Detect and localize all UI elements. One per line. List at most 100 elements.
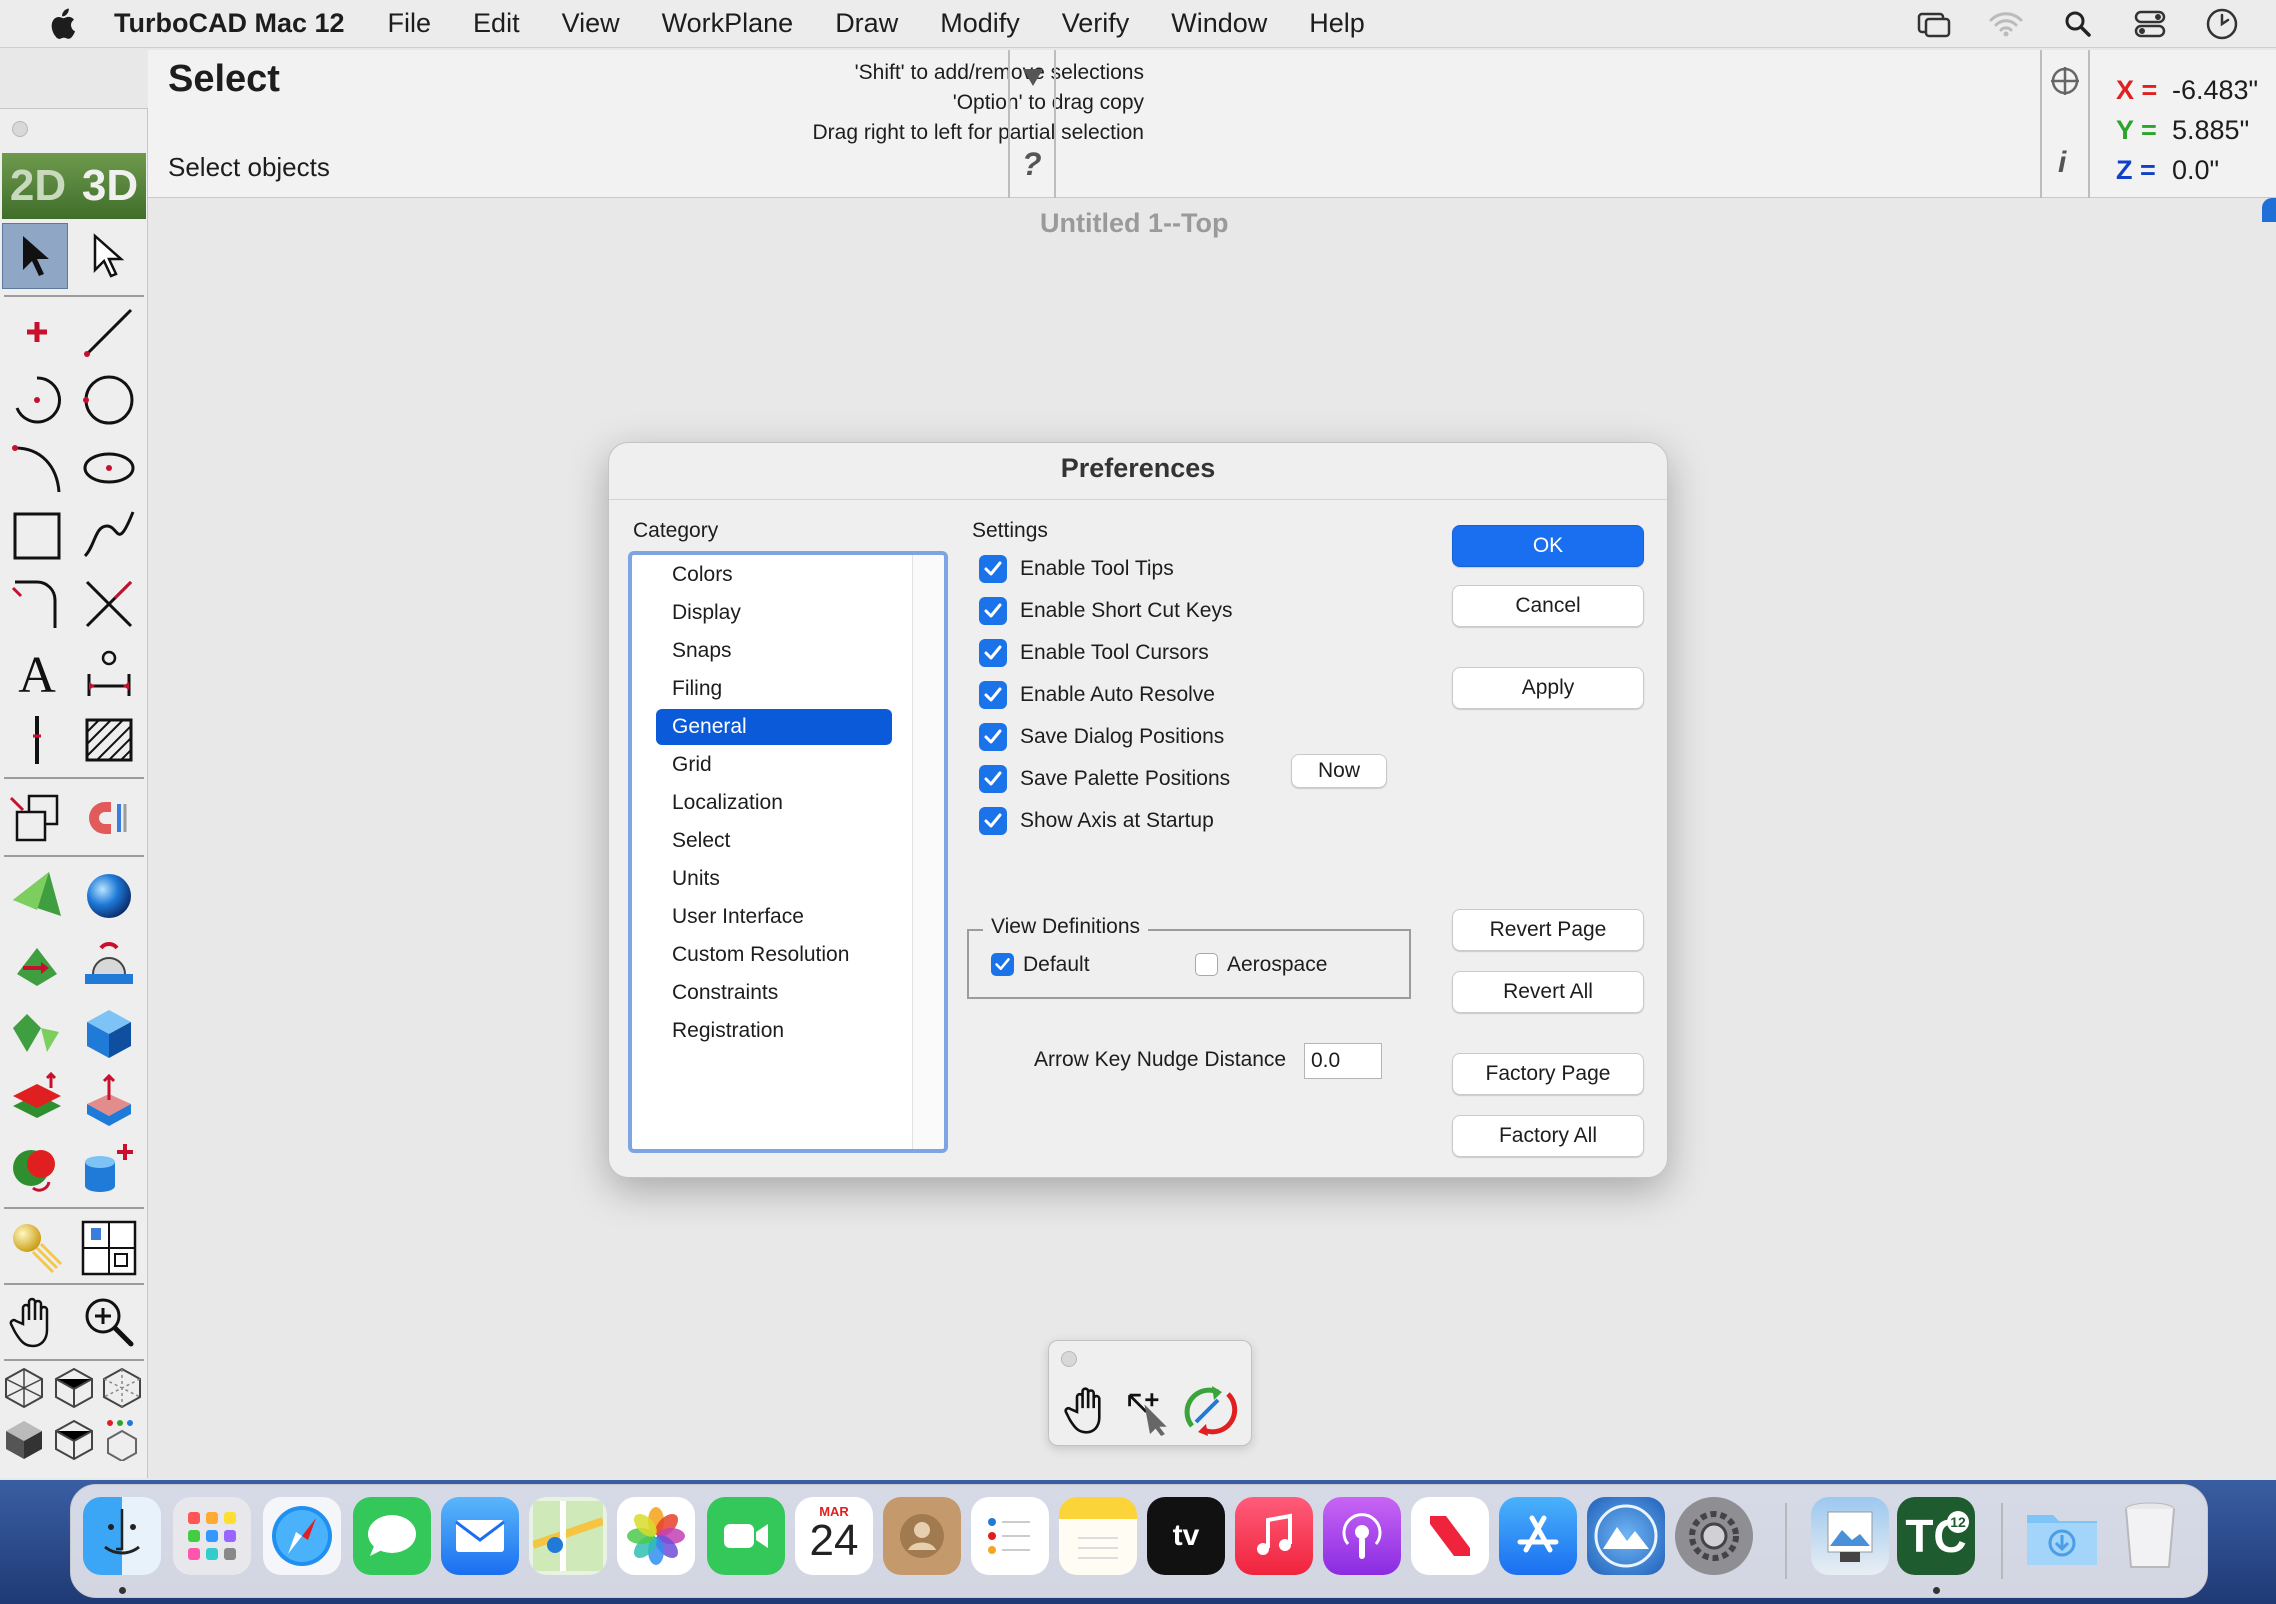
loft-tool-icon[interactable]	[4, 999, 70, 1065]
revolve-tool-icon[interactable]	[76, 931, 142, 997]
dropdown-triangle-icon[interactable]	[1020, 64, 1046, 90]
aerospace-view-checkbox[interactable]	[1195, 953, 1218, 976]
category-item-snaps[interactable]: Snaps	[656, 633, 892, 669]
launchpad-icon[interactable]	[173, 1497, 251, 1575]
circle-tool-icon[interactable]	[76, 367, 142, 433]
factory-all-button[interactable]: Factory All	[1452, 1115, 1644, 1157]
shaded-view-icon[interactable]	[0, 1415, 48, 1463]
menu-workplane[interactable]: WorkPlane	[662, 8, 794, 39]
boolean-tool-icon[interactable]	[4, 1135, 70, 1201]
calendar-icon[interactable]: MAR 24	[795, 1497, 873, 1575]
extrude-face-tool-icon[interactable]	[76, 1067, 142, 1133]
contacts-icon[interactable]	[883, 1497, 961, 1575]
revert-page-button[interactable]: Revert Page	[1452, 909, 1644, 951]
arc-tool-icon[interactable]	[4, 367, 70, 433]
app-menu[interactable]: TurboCAD Mac 12	[114, 8, 345, 39]
category-item-grid[interactable]: Grid	[656, 747, 892, 783]
rectangle-tool-icon[interactable]	[4, 503, 70, 569]
dimension-tool-icon[interactable]	[76, 639, 142, 705]
ellipse-tool-icon[interactable]	[76, 435, 142, 501]
pyramid-tool-icon[interactable]	[4, 863, 70, 929]
news-icon[interactable]	[1411, 1497, 1489, 1575]
category-item-custom-resolution[interactable]: Custom Resolution	[656, 937, 892, 973]
menu-edit[interactable]: Edit	[473, 8, 520, 39]
maps-icon[interactable]	[529, 1497, 607, 1575]
zoom-tool-icon[interactable]	[76, 1289, 142, 1355]
save-dialog-positions-checkbox[interactable]	[979, 723, 1007, 751]
category-item-units[interactable]: Units	[656, 861, 892, 897]
trim-tool-icon[interactable]	[76, 571, 142, 637]
spline-tool-icon[interactable]	[76, 503, 142, 569]
menu-view[interactable]: View	[562, 8, 620, 39]
point-tool-icon[interactable]	[4, 299, 70, 365]
default-view-checkbox[interactable]	[991, 953, 1014, 976]
centerline-tool-icon[interactable]	[4, 707, 70, 773]
apple-tv-icon[interactable]: tv	[1147, 1497, 1225, 1575]
category-scrollbar[interactable]	[912, 555, 944, 1149]
app-store-icon[interactable]	[1499, 1497, 1577, 1575]
ok-button[interactable]: OK	[1452, 525, 1644, 567]
light-tool-icon[interactable]	[4, 1215, 70, 1281]
trash-icon[interactable]	[2111, 1497, 2189, 1575]
category-item-localization[interactable]: Localization	[656, 785, 892, 821]
palette-close-button[interactable]	[12, 121, 28, 137]
category-item-select[interactable]: Select	[656, 823, 892, 859]
wifi-icon[interactable]	[1988, 6, 2024, 42]
menu-window[interactable]: Window	[1171, 8, 1267, 39]
enable-tool-cursors-checkbox[interactable]	[979, 639, 1007, 667]
transform-tool-icon[interactable]	[4, 785, 70, 851]
category-item-user-interface[interactable]: User Interface	[656, 899, 892, 935]
snap-magnet-icon[interactable]	[76, 785, 142, 851]
factory-page-button[interactable]: Factory Page	[1452, 1053, 1644, 1095]
apple-menu-icon[interactable]	[40, 4, 84, 44]
palette-close-button[interactable]	[1061, 1351, 1077, 1367]
category-item-display[interactable]: Display	[656, 595, 892, 631]
push-pull-tool-icon[interactable]	[4, 1067, 70, 1133]
select-tool-icon[interactable]	[2, 223, 68, 289]
colored-view-icon[interactable]	[98, 1415, 146, 1463]
info-icon[interactable]: i	[2058, 146, 2066, 180]
photos-icon[interactable]	[617, 1497, 695, 1575]
category-item-filing[interactable]: Filing	[656, 671, 892, 707]
crosshair-icon[interactable]	[2048, 64, 2082, 98]
menu-draw[interactable]: Draw	[835, 8, 898, 39]
nudge-distance-input[interactable]: 0.0	[1304, 1043, 1382, 1079]
menu-verify[interactable]: Verify	[1062, 8, 1130, 39]
show-axis-at-startup-checkbox[interactable]	[979, 807, 1007, 835]
revert-all-button[interactable]: Revert All	[1452, 971, 1644, 1013]
menu-file[interactable]: File	[388, 8, 432, 39]
pan-hand-icon[interactable]	[4, 1289, 70, 1355]
finder-icon[interactable]	[83, 1497, 161, 1575]
mode-3d-button[interactable]: 3D	[82, 161, 138, 211]
category-item-registration[interactable]: Registration	[656, 1013, 892, 1049]
safari-icon[interactable]	[263, 1497, 341, 1575]
curve-tool-icon[interactable]	[4, 435, 70, 501]
apply-button[interactable]: Apply	[1452, 667, 1644, 709]
fillet-tool-icon[interactable]	[4, 571, 70, 637]
category-item-constraints[interactable]: Constraints	[656, 975, 892, 1011]
category-item-general[interactable]: General	[656, 709, 892, 745]
preview-icon[interactable]	[1811, 1497, 1889, 1575]
enable-short-cut-keys-checkbox[interactable]	[979, 597, 1007, 625]
turbocad-icon[interactable]: TC 12	[1897, 1497, 1975, 1575]
podcasts-icon[interactable]	[1323, 1497, 1401, 1575]
text-tool-icon[interactable]: A	[4, 639, 70, 705]
reminders-icon[interactable]	[971, 1497, 1049, 1575]
enable-auto-resolve-checkbox[interactable]	[979, 681, 1007, 709]
monterey-installer-icon[interactable]	[1587, 1497, 1665, 1575]
render-view-icon[interactable]	[50, 1415, 98, 1463]
line-tool-icon[interactable]	[76, 299, 142, 365]
messages-icon[interactable]	[353, 1497, 431, 1575]
screen-mirroring-icon[interactable]	[1916, 6, 1952, 42]
spotlight-search-icon[interactable]	[2060, 6, 2096, 42]
menu-modify[interactable]: Modify	[940, 8, 1020, 39]
music-icon[interactable]	[1235, 1497, 1313, 1575]
outline-view-icon[interactable]	[98, 1363, 146, 1411]
facetime-icon[interactable]	[707, 1497, 785, 1575]
notes-icon[interactable]	[1059, 1497, 1137, 1575]
cancel-button[interactable]: Cancel	[1452, 585, 1644, 627]
orbit-rotate-icon[interactable]	[1181, 1381, 1239, 1439]
system-preferences-icon[interactable]	[1675, 1497, 1753, 1575]
viewports-tool-icon[interactable]	[76, 1215, 142, 1281]
control-center-icon[interactable]	[2132, 6, 2168, 42]
